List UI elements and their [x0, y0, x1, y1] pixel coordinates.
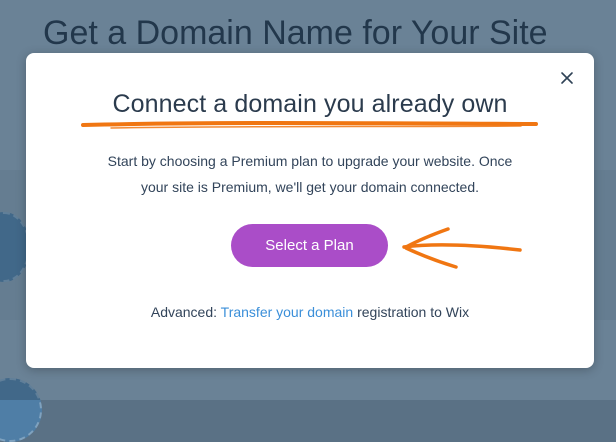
close-icon[interactable] — [560, 71, 574, 85]
select-plan-button[interactable]: Select a Plan — [231, 224, 388, 267]
description-line: Start by choosing a Premium plan to upgr… — [107, 153, 513, 169]
connect-domain-modal: Connect a domain you already own Start b… — [26, 53, 594, 368]
transfer-domain-link[interactable]: Transfer your domain — [221, 304, 354, 320]
arrow-left-icon — [402, 227, 522, 269]
advanced-transfer-text: Advanced: Transfer your domain registrat… — [26, 304, 594, 320]
advanced-suffix: registration to Wix — [353, 304, 470, 320]
description-line: your site is Premium, we'll get your dom… — [140, 179, 480, 195]
modal-description: Start by choosing a Premium plan to upgr… — [66, 148, 554, 200]
modal-title: Connect a domain you already own — [112, 90, 508, 118]
underline-stroke — [81, 121, 538, 129]
advanced-prefix: Advanced: — [150, 304, 221, 320]
